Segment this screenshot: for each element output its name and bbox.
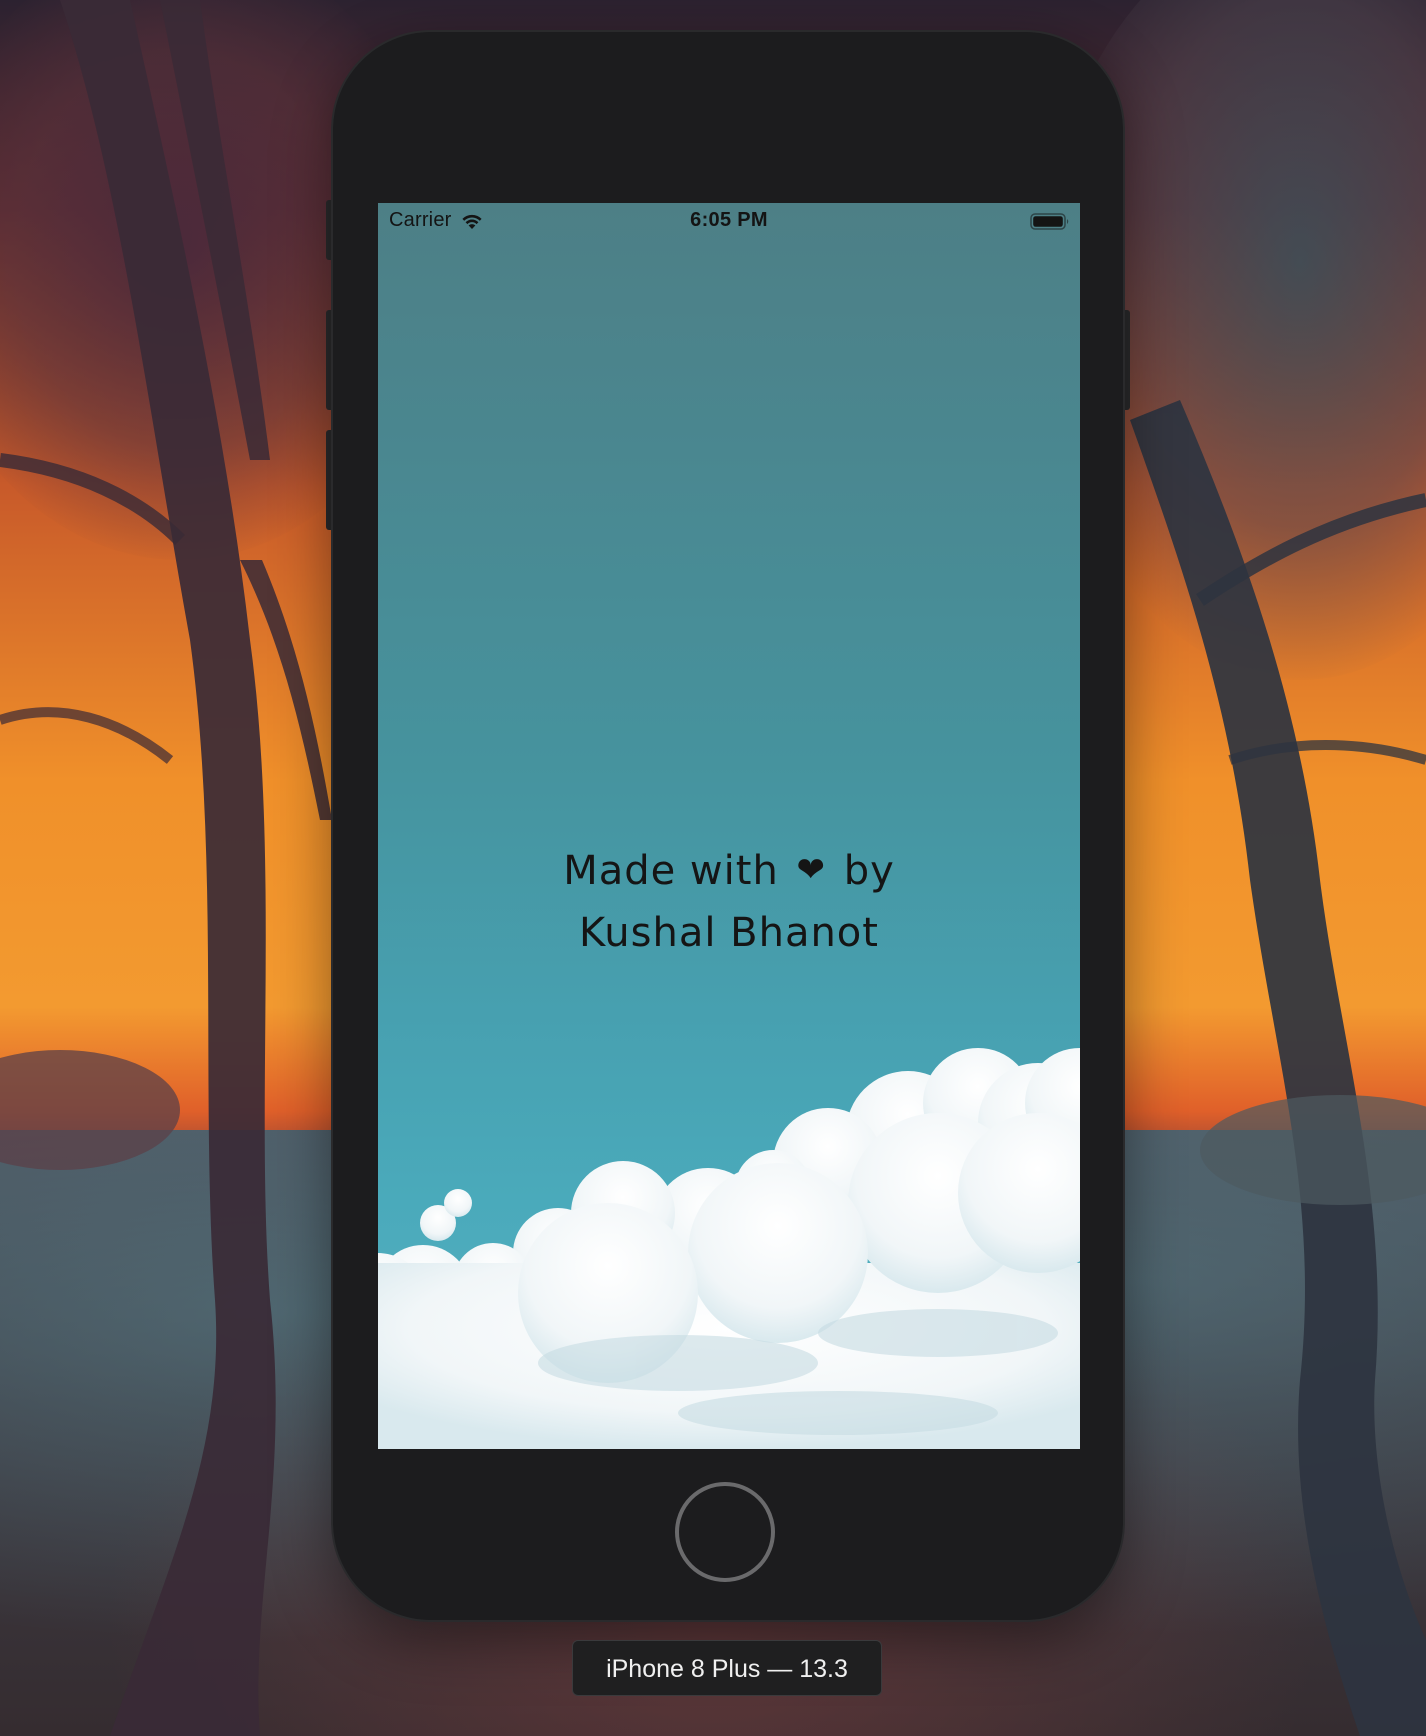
battery-full-icon — [1030, 213, 1069, 230]
heart-icon: ❤ — [796, 850, 827, 890]
credit-text: Made with ❤ by Kushal Bhanot — [378, 839, 1080, 964]
credit-author-name: Kushal Bhanot — [579, 910, 879, 956]
status-bar-clock: 6:05 PM — [690, 209, 768, 231]
app-screen[interactable]: Carrier 6:05 PM Made with ❤ by Kushal Bh… — [378, 203, 1080, 1449]
clouds-background — [378, 1048, 1080, 1449]
status-bar: Carrier 6:05 PM — [378, 203, 1080, 239]
credit-made-with: Made with — [563, 848, 779, 894]
home-button[interactable] — [675, 1482, 775, 1582]
credit-by: by — [843, 848, 895, 894]
credit-line-1: Made with ❤ by — [378, 839, 1080, 902]
simulator-device-label: iPhone 8 Plus — 13.3 — [572, 1640, 882, 1696]
side-power-button — [1122, 310, 1130, 410]
